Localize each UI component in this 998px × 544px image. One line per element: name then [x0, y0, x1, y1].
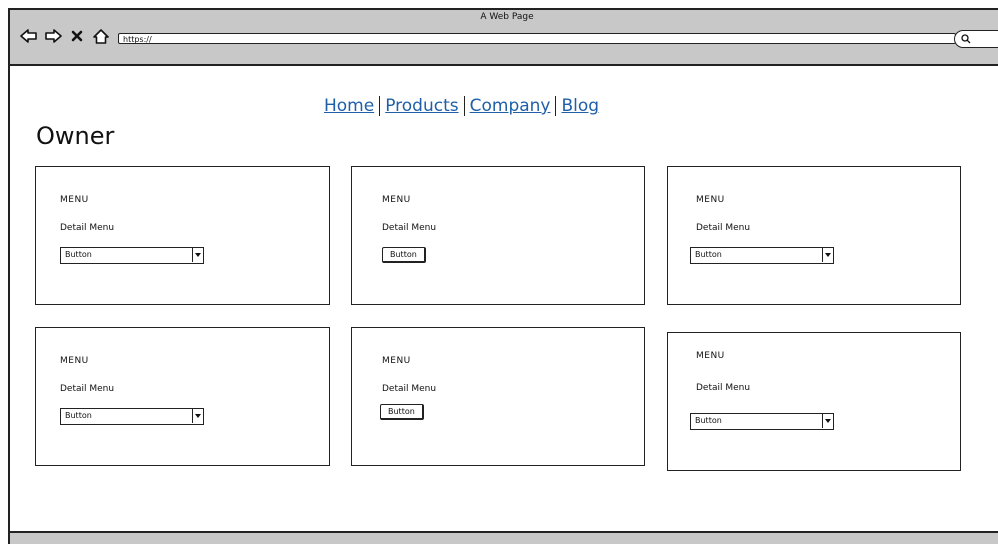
browser-search-button[interactable] [954, 30, 998, 48]
menu-select[interactable]: Button [690, 247, 834, 264]
home-icon[interactable] [92, 27, 110, 45]
menu-select[interactable]: Button [60, 247, 204, 264]
menu-card: MENU Detail Menu Button [35, 166, 330, 305]
arrow-right-icon[interactable] [44, 27, 62, 45]
detail-menu-label: Detail Menu [382, 384, 437, 394]
select-value: Button [65, 411, 92, 420]
chevron-down-icon [822, 414, 833, 428]
page-title: Owner [36, 122, 115, 150]
nav-link-company[interactable]: Company [470, 96, 551, 116]
menu-card: MENU Detail Menu Button [351, 327, 645, 466]
browser-nav-buttons [20, 27, 110, 45]
nav-link-blog[interactable]: Blog [561, 96, 599, 116]
nav-divider [379, 96, 381, 116]
menu-card: MENU Detail Menu Button [667, 332, 961, 471]
arrow-left-icon[interactable] [20, 27, 38, 45]
chevron-down-icon [822, 248, 833, 262]
top-navigation: Home Products Company Blog [324, 96, 599, 116]
menu-label: MENU [696, 195, 725, 205]
close-icon[interactable] [68, 27, 86, 45]
menu-card: MENU Detail Menu Button [35, 327, 330, 466]
select-value: Button [65, 250, 92, 259]
menu-card: MENU Detail Menu Button [351, 166, 645, 305]
select-value: Button [695, 416, 722, 425]
window-title: A Web Page [480, 12, 534, 22]
detail-menu-label: Detail Menu [382, 223, 437, 233]
menu-label: MENU [60, 356, 89, 366]
menu-label: MENU [696, 351, 725, 361]
menu-card: MENU Detail Menu Button [667, 166, 961, 305]
detail-menu-label: Detail Menu [696, 223, 751, 233]
detail-menu-label: Detail Menu [696, 383, 751, 393]
chevron-down-icon [192, 248, 203, 262]
menu-button[interactable]: Button [380, 404, 424, 420]
menu-select[interactable]: Button [60, 408, 204, 425]
menu-label: MENU [382, 356, 411, 366]
search-icon [961, 34, 971, 44]
nav-link-home[interactable]: Home [324, 96, 374, 116]
menu-select[interactable]: Button [690, 413, 834, 430]
menu-label: MENU [382, 195, 411, 205]
menu-label: MENU [60, 195, 89, 205]
detail-menu-label: Detail Menu [60, 384, 115, 394]
browser-status-bar [10, 531, 998, 544]
browser-window: A Web Page https:// Home Products Compan… [8, 8, 998, 544]
chevron-down-icon [192, 409, 203, 423]
address-bar[interactable]: https:// [118, 33, 956, 44]
menu-button[interactable]: Button [382, 247, 426, 263]
nav-link-products[interactable]: Products [385, 96, 458, 116]
detail-menu-label: Detail Menu [60, 223, 115, 233]
browser-toolbar: A Web Page https:// [10, 10, 998, 66]
select-value: Button [695, 250, 722, 259]
nav-divider [555, 96, 557, 116]
nav-divider [463, 96, 465, 116]
